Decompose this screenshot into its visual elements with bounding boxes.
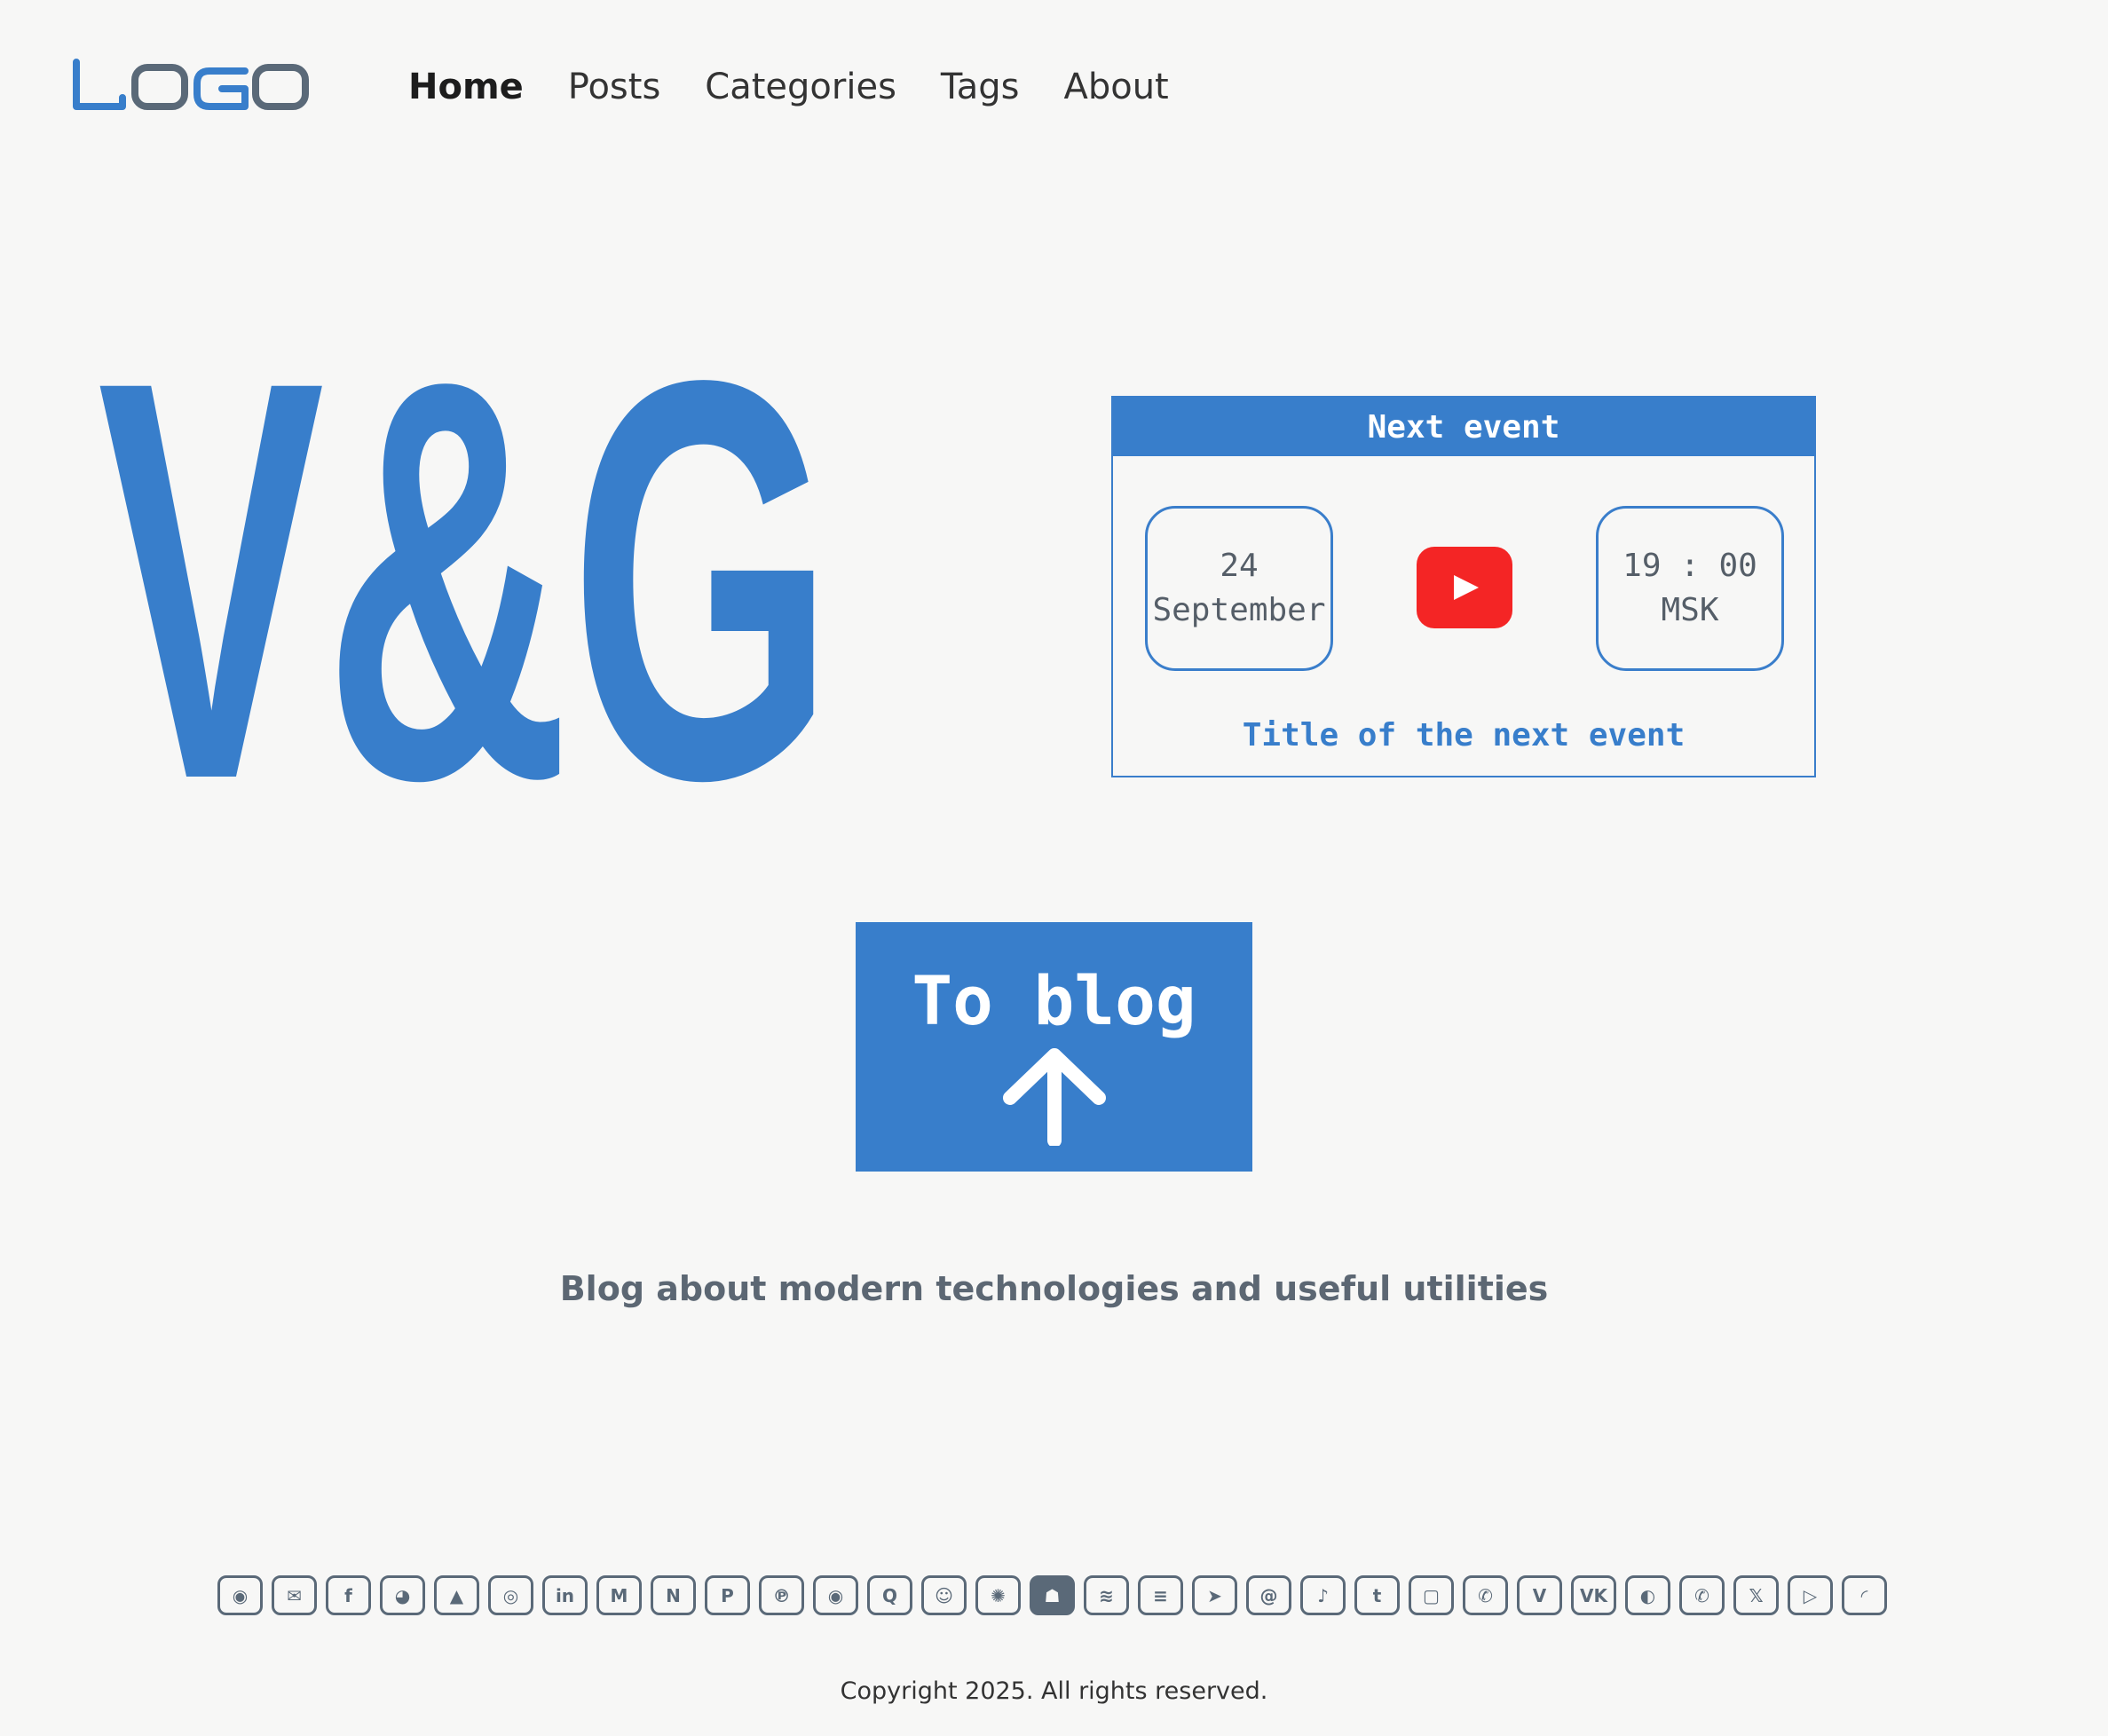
- youtube-icon[interactable]: [1417, 547, 1512, 628]
- next-event-card: Next event 24 September 19 : 00 MSK Titl…: [1111, 396, 1816, 777]
- google-drive-icon[interactable]: ▲: [434, 1575, 479, 1615]
- to-blog-button[interactable]: To blog: [856, 922, 1252, 1172]
- event-title[interactable]: Title of the next event: [1113, 717, 1814, 754]
- telegram-icon[interactable]: ➤: [1192, 1575, 1237, 1615]
- event-time: 19 : 00 MSK: [1596, 506, 1784, 671]
- event-date: 24 September: [1145, 506, 1333, 671]
- paypal-icon[interactable]: P: [705, 1575, 750, 1615]
- email-icon[interactable]: ✉: [272, 1575, 317, 1615]
- wechat-icon[interactable]: ◐: [1625, 1575, 1670, 1615]
- signal-icon[interactable]: ✺: [975, 1575, 1021, 1615]
- snapchat-icon[interactable]: ☗: [1030, 1575, 1075, 1615]
- to-blog-label: To blog: [912, 961, 1196, 1040]
- tumblr-icon[interactable]: t: [1354, 1575, 1400, 1615]
- instagram-icon[interactable]: ◎: [488, 1575, 533, 1615]
- event-timezone: MSK: [1661, 592, 1719, 628]
- vimeo-icon[interactable]: V: [1517, 1575, 1562, 1615]
- facebook-icon[interactable]: f: [326, 1575, 371, 1615]
- discord-icon[interactable]: ◉: [217, 1575, 263, 1615]
- social-links: ◉ ✉ f ◕ ▲ ◎ in M N P ℗ ◉ Q ☺ ✺ ☗ ≋ ≡ ➤ @ ♪ t ▢ ✆ V VK ◐ ✆ 𝕏 ▷ ◜: [217, 1575, 1887, 1615]
- youtube-icon[interactable]: ▷: [1788, 1575, 1833, 1615]
- podcasts-icon[interactable]: ◉: [813, 1575, 858, 1615]
- hero-text: V&G: [98, 328, 834, 808]
- arrow-up-icon: [1003, 1048, 1106, 1146]
- nav-item-about[interactable]: About: [1063, 62, 1168, 112]
- nav-item-tags[interactable]: Tags: [941, 62, 1020, 112]
- event-header: Next event: [1113, 398, 1814, 456]
- vk-icon[interactable]: VK: [1571, 1575, 1616, 1615]
- nav-item-posts[interactable]: Posts: [568, 62, 661, 112]
- nav-item-categories[interactable]: Categories: [705, 62, 896, 112]
- spotify-icon[interactable]: ≋: [1084, 1575, 1129, 1615]
- twitch-icon[interactable]: ▢: [1409, 1575, 1454, 1615]
- medium-icon[interactable]: M: [596, 1575, 642, 1615]
- main-nav: Home Posts Categories Tags About: [408, 62, 1169, 112]
- whatsapp-icon[interactable]: ✆: [1679, 1575, 1725, 1615]
- event-date-month: September: [1152, 592, 1326, 628]
- linkedin-icon[interactable]: in: [542, 1575, 588, 1615]
- x-icon[interactable]: 𝕏: [1733, 1575, 1779, 1615]
- tiktok-icon[interactable]: ♪: [1300, 1575, 1346, 1615]
- pinterest-icon[interactable]: ℗: [759, 1575, 804, 1615]
- copyright: Copyright 2025. All rights reserved.: [840, 1677, 1268, 1705]
- hero-title: V&G: [98, 328, 834, 808]
- nav-item-home[interactable]: Home: [408, 62, 524, 112]
- event-date-day: 24: [1220, 548, 1259, 584]
- event-time-value: 19 : 00: [1622, 548, 1757, 584]
- logo[interactable]: [71, 59, 309, 114]
- viber-icon[interactable]: ✆: [1463, 1575, 1508, 1615]
- rss-icon[interactable]: ◜: [1842, 1575, 1887, 1615]
- reddit-icon[interactable]: ☺: [921, 1575, 967, 1615]
- substack-icon[interactable]: ≡: [1138, 1575, 1183, 1615]
- quora-icon[interactable]: Q: [867, 1575, 912, 1615]
- github-icon[interactable]: ◕: [380, 1575, 425, 1615]
- site-tagline: Blog about modern technologies and usefu…: [559, 1269, 1549, 1308]
- notion-icon[interactable]: N: [651, 1575, 696, 1615]
- threads-icon[interactable]: @: [1246, 1575, 1291, 1615]
